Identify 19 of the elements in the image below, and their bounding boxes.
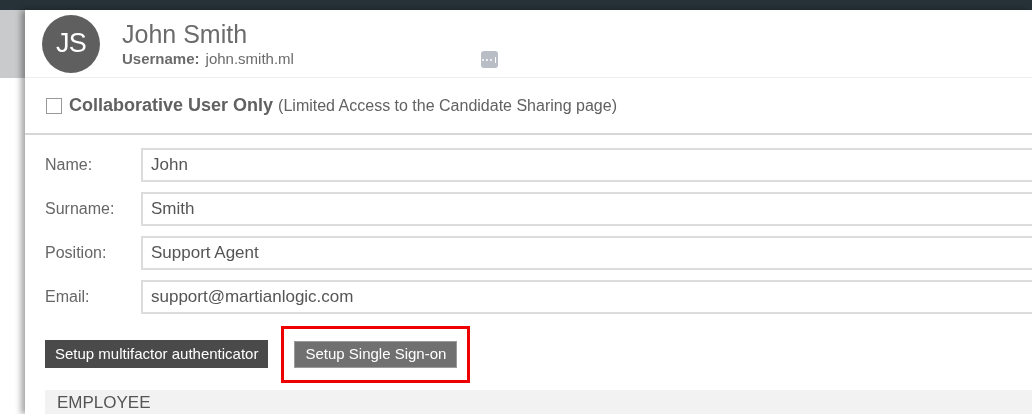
field-label: Email: — [45, 287, 91, 307]
checkbox[interactable] — [46, 97, 62, 114]
username-label: Username: — [122, 49, 200, 68]
more-icon[interactable] — [480, 51, 498, 68]
collaborative-user-label: Collaborative User Only (Limited Access to the Candidate Sharing page) — [69, 94, 617, 117]
input-field[interactable]: Smith — [141, 192, 1032, 226]
setup-button[interactable]: Setup multifactor authenticator — [45, 340, 269, 368]
field-label: Name: — [45, 155, 94, 175]
field-label: Surname: — [45, 199, 116, 219]
input-field[interactable]: support@martianlogic.com — [141, 280, 1032, 314]
setup-button[interactable]: Setup Single Sign-on — [294, 340, 458, 368]
avatar: JS — [42, 14, 100, 73]
user-name: John Smith — [122, 19, 249, 49]
background-panel — [0, 10, 25, 78]
username-value: john.smith.ml — [205, 49, 294, 68]
input-field[interactable]: John — [141, 148, 1032, 182]
input-field[interactable]: Support Agent — [141, 236, 1032, 270]
section-title: EMPLOYEE — [57, 394, 152, 412]
field-label: Position: — [45, 243, 108, 263]
